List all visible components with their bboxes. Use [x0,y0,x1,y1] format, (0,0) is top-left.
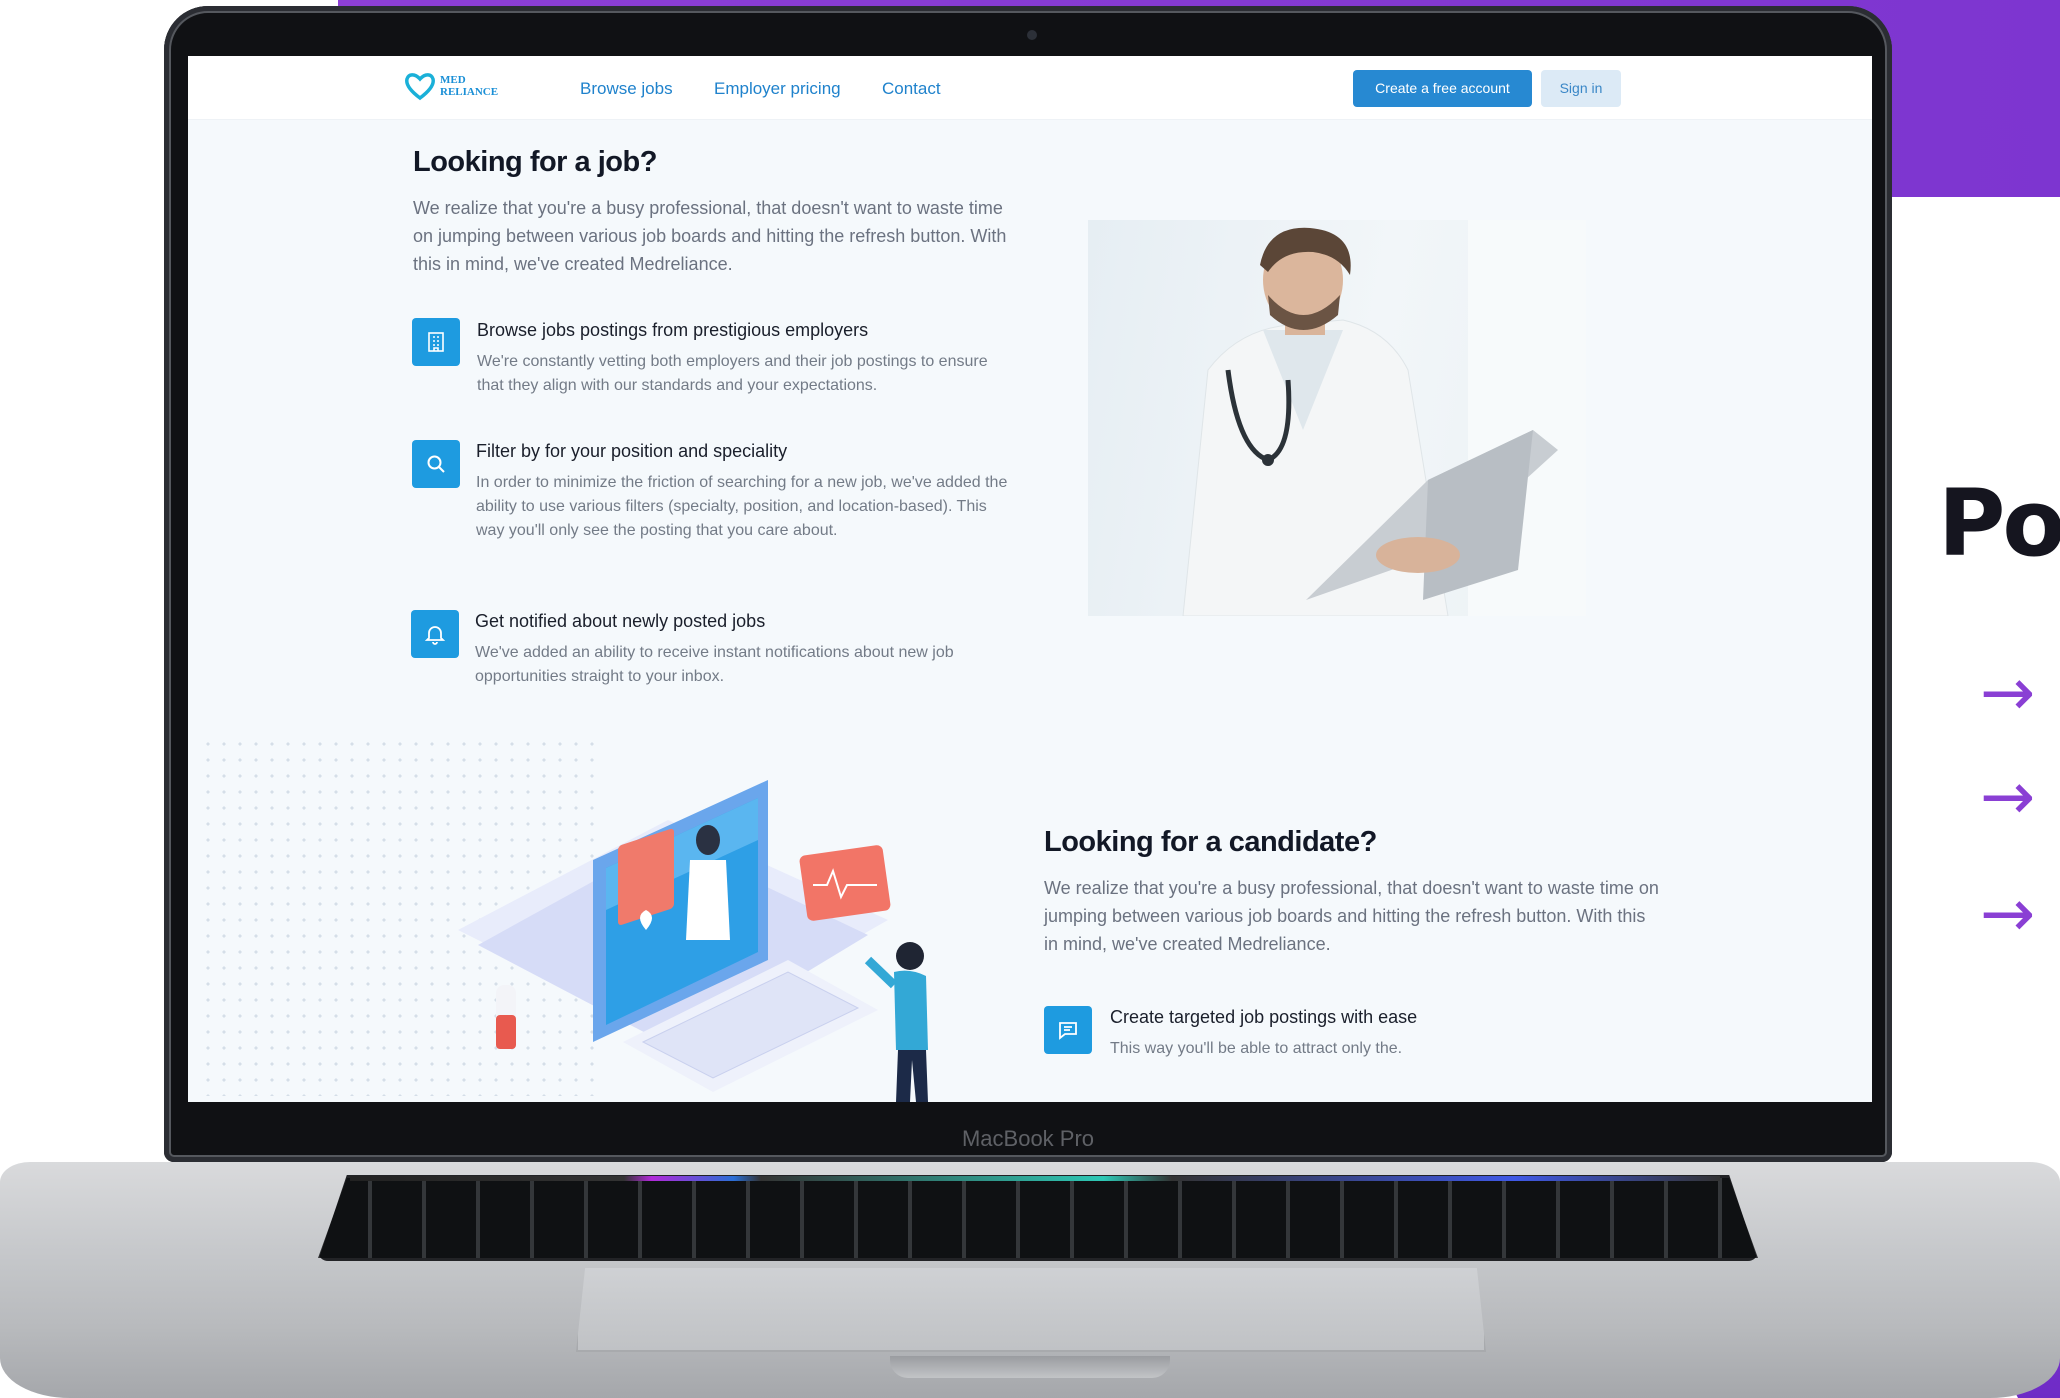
trackpad [576,1268,1486,1352]
create-account-button[interactable]: Create a free account [1353,70,1532,107]
feature-description: We've added an ability to receive instan… [475,644,954,685]
side-heading: Pol [1938,470,2060,577]
feature-description: In order to minimize the friction of sea… [476,474,1008,539]
lid-notch [890,1356,1170,1378]
arrow-right-icon: → [1980,758,2036,835]
telehealth-illustration [458,780,978,1102]
laptop-brand-label: MacBook Pro [961,1126,1095,1151]
camera-icon [1027,30,1037,40]
touch-bar [350,1176,1720,1181]
keyboard-keys [318,1178,1758,1258]
feature-title: Filter by for your position and speciali… [476,441,788,461]
feature-title: Browse jobs postings from prestigious em… [477,320,869,340]
heart-logo-icon [405,73,435,101]
logo[interactable]: MED RELIANCE [404,71,498,101]
doctor-photo [1088,220,1586,616]
top-navbar: MED RELIANCE Browse jobs Employer pricin… [188,56,1872,120]
feature-title: Create targeted job postings with ease [1110,1007,1418,1027]
arrow-right-icon: → [1980,654,2036,731]
logo-text-line2: RELIANCE [440,86,499,98]
feature-description: We're constantly vetting both employers … [477,353,988,394]
logo-text-line1: MED [440,74,466,86]
website-screen: MED RELIANCE Browse jobs Employer pricin… [188,56,1872,1102]
building-icon [412,318,460,366]
feature-description: This way you'll be able to attract only … [1110,1040,1403,1057]
feature-title: Get notified about newly posted jobs [475,611,766,631]
sign-in-button[interactable]: Sign in [1541,70,1621,107]
candidate-section-lead: We realize that you're a busy profession… [1044,878,1659,954]
candidate-section-title: Looking for a candidate? [1044,826,1377,858]
nav-link-contact[interactable]: Contact [882,79,941,99]
chat-icon [1044,1006,1092,1054]
job-section-title: Looking for a job? [413,146,657,178]
search-icon [412,440,460,488]
promo-canvas: Pol → → → MED RELIANCE Browse jobs Emplo… [0,0,2060,1398]
bell-icon [411,610,459,658]
job-section-lead: We realize that you're a busy profession… [413,198,1007,274]
nav-link-browse-jobs[interactable]: Browse jobs [580,79,673,99]
nav-link-employer-pricing[interactable]: Employer pricing [714,79,841,99]
arrow-right-icon: → [1980,875,2036,952]
